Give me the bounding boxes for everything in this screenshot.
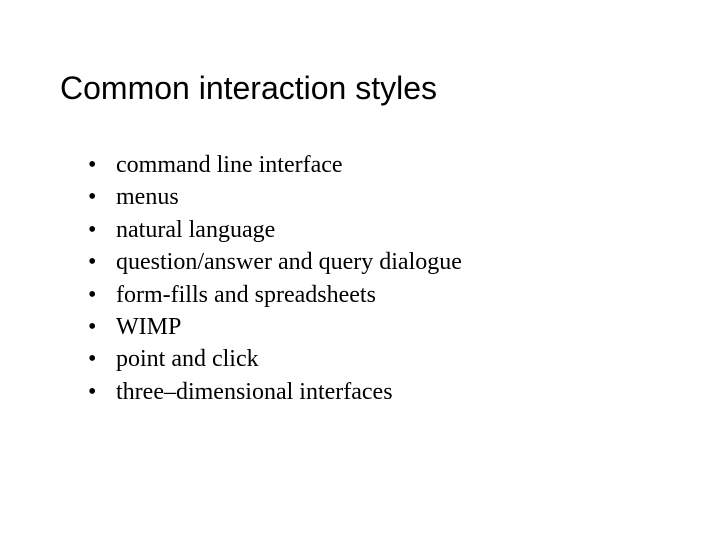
- bullet-list: command line interface menus natural lan…: [60, 149, 660, 408]
- list-item: form-fills and spreadsheets: [88, 279, 660, 311]
- list-item: three–dimensional interfaces: [88, 376, 660, 408]
- list-item: menus: [88, 181, 660, 213]
- list-item: point and click: [88, 343, 660, 375]
- slide-title: Common interaction styles: [60, 70, 660, 107]
- list-item: command line interface: [88, 149, 660, 181]
- list-item: WIMP: [88, 311, 660, 343]
- list-item: question/answer and query dialogue: [88, 246, 660, 278]
- list-item: natural language: [88, 214, 660, 246]
